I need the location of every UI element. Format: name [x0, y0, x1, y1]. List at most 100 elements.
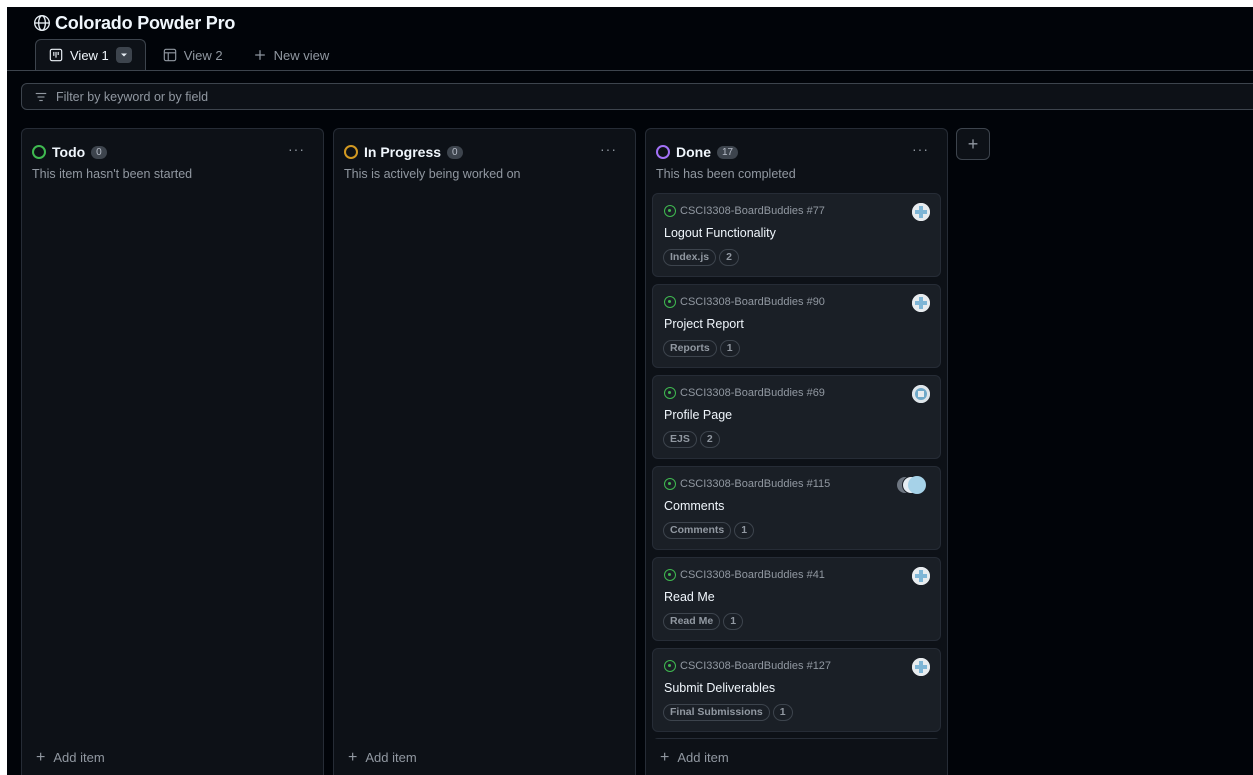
issue-card[interactable]: CSCI3308-BoardBuddies #69 Profile Page E…: [652, 375, 941, 459]
project-header: Colorado Powder Pro: [33, 10, 235, 36]
label-badge[interactable]: 2: [699, 431, 720, 448]
item-count-badge: 0: [447, 145, 463, 159]
tab-label: View 2: [183, 47, 223, 63]
issue-reference: CSCI3308-BoardBuddies #69: [680, 387, 825, 399]
board-icon: [49, 48, 63, 62]
column-title: Done: [676, 144, 711, 160]
view-options-button[interactable]: [115, 47, 132, 63]
issue-reference: CSCI3308-BoardBuddies #77: [680, 205, 825, 217]
chevron-down-icon: [120, 53, 127, 57]
project-title: Colorado Powder Pro: [55, 12, 236, 33]
issue-opened-icon: [664, 205, 676, 217]
plus-icon: +: [348, 748, 358, 766]
card-title: Comments: [664, 499, 725, 513]
issue-opened-icon: [664, 296, 676, 308]
column-title: In Progress: [364, 144, 442, 160]
status-circle-icon: [656, 145, 670, 159]
card-labels: Index.js 2: [663, 249, 739, 266]
issue-card[interactable]: CSCI3308-BoardBuddies #90 Project Report…: [652, 284, 941, 368]
add-item-button[interactable]: + Add item: [348, 748, 417, 766]
filter-placeholder: Filter by keyword or by field: [56, 89, 209, 104]
column-description: This has been completed: [656, 167, 796, 181]
tab-label: View 1: [70, 47, 109, 63]
card-title: Project Report: [664, 317, 744, 331]
issue-reference: CSCI3308-BoardBuddies #41: [680, 569, 825, 581]
avatar: [908, 476, 926, 494]
avatar[interactable]: [912, 385, 930, 403]
column-done: Done 17 ··· This has been completed CSCI…: [645, 128, 948, 775]
card-labels: Final Submissions 1: [663, 704, 793, 721]
issue-opened-icon: [664, 660, 676, 672]
label-badge[interactable]: Index.js: [663, 249, 717, 266]
label-badge[interactable]: Comments: [663, 522, 732, 539]
label-badge[interactable]: EJS: [663, 431, 697, 448]
label-badge[interactable]: Reports: [663, 340, 717, 357]
column-header: In Progress 0 ···: [344, 141, 625, 161]
tabs-divider: [7, 70, 1253, 71]
issue-opened-icon: [664, 569, 676, 581]
add-item-button[interactable]: + Add item: [36, 748, 105, 766]
card-meta: CSCI3308-BoardBuddies #90: [664, 296, 825, 308]
label-badge[interactable]: Final Submissions: [663, 704, 770, 721]
issue-reference: CSCI3308-BoardBuddies #127: [680, 660, 832, 672]
status-circle-icon: [32, 145, 46, 159]
column-menu-button[interactable]: ···: [912, 141, 929, 157]
tab-view-1[interactable]: View 1: [35, 39, 146, 70]
card-labels: Read Me 1: [663, 613, 744, 630]
label-badge[interactable]: 1: [734, 522, 755, 539]
label-badge[interactable]: 1: [719, 340, 740, 357]
column-header: Done 17 ···: [656, 141, 937, 161]
card-meta: CSCI3308-BoardBuddies #127: [664, 660, 831, 672]
label-badge[interactable]: 1: [772, 704, 793, 721]
issue-reference: CSCI3308-BoardBuddies #90: [680, 296, 825, 308]
globe-icon: [34, 15, 50, 31]
table-icon: [163, 48, 177, 62]
plus-icon: +: [660, 748, 670, 766]
issue-card-partial[interactable]: [652, 738, 941, 739]
avatar[interactable]: [912, 658, 930, 676]
card-labels: Reports 1: [663, 340, 740, 357]
add-column-button[interactable]: +: [956, 128, 990, 160]
status-circle-icon: [344, 145, 358, 159]
label-badge[interactable]: Read Me: [663, 613, 721, 630]
column-description: This is actively being worked on: [344, 167, 521, 181]
issue-card[interactable]: CSCI3308-BoardBuddies #41 Read Me Read M…: [652, 557, 941, 641]
avatar[interactable]: [912, 567, 930, 585]
label-badge[interactable]: 1: [723, 613, 744, 630]
card-title: Logout Functionality: [664, 226, 776, 240]
column-menu-button[interactable]: ···: [288, 141, 305, 157]
issue-card[interactable]: CSCI3308-BoardBuddies #77 Logout Functio…: [652, 193, 941, 277]
card-list: CSCI3308-BoardBuddies #77 Logout Functio…: [652, 193, 941, 739]
add-item-label: Add item: [365, 750, 417, 765]
card-labels: Comments 1: [663, 522, 755, 539]
view-tabs: View 1 View 2 New view: [35, 39, 343, 70]
issue-card[interactable]: CSCI3308-BoardBuddies #127 Submit Delive…: [652, 648, 941, 732]
issue-opened-icon: [664, 387, 676, 399]
issue-reference: CSCI3308-BoardBuddies #115: [680, 478, 831, 490]
tab-view-2[interactable]: View 2: [150, 40, 236, 70]
card-title: Read Me: [664, 590, 715, 604]
column-description: This item hasn't been started: [32, 167, 193, 181]
label-badge[interactable]: 2: [719, 249, 739, 266]
project-board-app: Colorado Powder Pro View 1 View 2 New vi…: [7, 7, 1253, 775]
column-todo: Todo 0 ··· This item hasn't been started…: [21, 128, 324, 775]
avatar[interactable]: [912, 203, 930, 221]
issue-card[interactable]: CSCI3308-BoardBuddies #115 Comments Comm…: [652, 466, 941, 550]
column-header: Todo 0 ···: [32, 141, 313, 161]
avatar-stack[interactable]: [896, 476, 930, 494]
card-meta: CSCI3308-BoardBuddies #77: [664, 205, 825, 217]
new-view-button[interactable]: New view: [240, 40, 343, 70]
plus-icon: +: [36, 748, 46, 766]
card-meta: CSCI3308-BoardBuddies #115: [664, 478, 830, 490]
add-item-label: Add item: [677, 750, 729, 765]
plus-icon: +: [967, 133, 979, 154]
item-count-badge: 17: [717, 145, 739, 159]
column-title: Todo: [52, 144, 86, 160]
card-labels: EJS 2: [663, 431, 720, 448]
avatar[interactable]: [912, 294, 930, 312]
column-menu-button[interactable]: ···: [600, 141, 617, 157]
filter-input[interactable]: Filter by keyword or by field: [21, 83, 1253, 110]
add-item-button[interactable]: + Add item: [660, 748, 729, 766]
card-title: Profile Page: [664, 408, 733, 422]
add-item-label: Add item: [53, 750, 105, 765]
